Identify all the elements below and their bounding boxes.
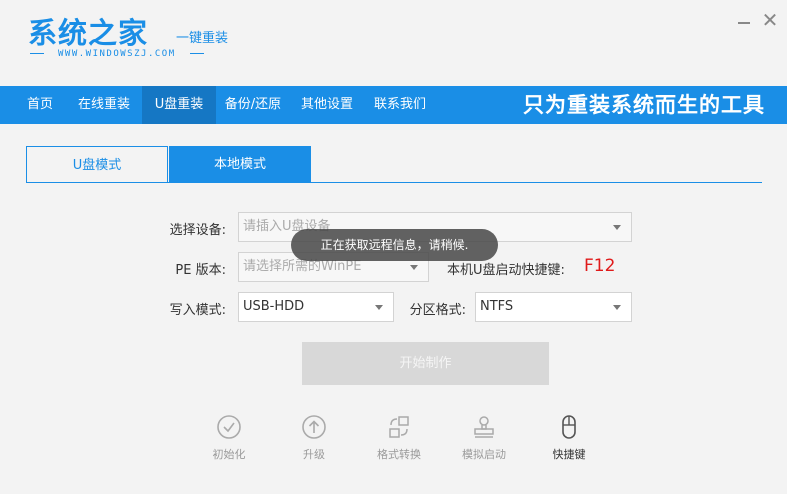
tool-hotkey-label: 快捷键 <box>552 448 586 461</box>
slogan: 只为重装系统而生的工具 <box>523 93 765 117</box>
check-circle-icon <box>217 415 241 439</box>
tool-hotkey[interactable]: 快捷键 <box>539 414 599 462</box>
hotkey-value: F12 <box>584 256 616 276</box>
nav-item-home[interactable]: 首页 <box>14 86 66 124</box>
arrow-up-circle-icon <box>302 415 326 439</box>
nav-item-online-reinstall[interactable]: 在线重装 <box>66 86 142 124</box>
nav-item-contact[interactable]: 联系我们 <box>364 86 436 124</box>
nav-item-usb-reinstall[interactable]: U盘重装 <box>142 86 216 124</box>
nav-item-other-settings[interactable]: 其他设置 <box>290 86 364 124</box>
partition-format-select[interactable]: NTFS <box>475 292 632 322</box>
tool-format-convert[interactable]: 格式转换 <box>369 414 429 462</box>
partition-format-value: NTFS <box>480 299 514 314</box>
device-label: 选择设备: <box>169 223 226 238</box>
chevron-down-icon <box>410 265 418 270</box>
close-button[interactable]: ✕ <box>760 10 780 30</box>
app-header: 系统之家 一键重装 WWW.WINDOWSZJ.COM ✕ <box>0 0 787 86</box>
tool-simulate-boot-label: 模拟启动 <box>462 448 506 461</box>
minimize-button[interactable] <box>734 10 754 30</box>
tab-divider <box>26 182 762 183</box>
write-mode-label: 写入模式: <box>169 303 226 318</box>
stamp-icon <box>474 416 494 438</box>
minimize-icon <box>738 22 750 24</box>
tool-simulate-boot[interactable]: 模拟启动 <box>454 414 514 462</box>
app-title: 系统之家 <box>28 16 149 50</box>
tab-usb-mode[interactable]: U盘模式 <box>26 146 168 183</box>
close-icon: ✕ <box>761 8 779 32</box>
tool-format-convert-label: 格式转换 <box>377 448 421 461</box>
start-create-button[interactable]: 开始制作 <box>302 342 549 385</box>
pe-version-label: PE 版本: <box>175 263 226 278</box>
nav-item-backup-restore[interactable]: 备份/还原 <box>216 86 290 124</box>
tool-upgrade-label: 升级 <box>303 448 325 461</box>
tool-upgrade[interactable]: 升级 <box>284 414 344 462</box>
convert-icon <box>389 416 409 438</box>
hotkey-label: 本机U盘启动快捷键: <box>447 263 565 278</box>
app-url: WWW.WINDOWSZJ.COM <box>30 49 204 59</box>
write-mode-select[interactable]: USB-HDD <box>238 292 394 322</box>
app-subtitle: 一键重装 <box>176 31 229 46</box>
chevron-down-icon <box>375 305 383 310</box>
tool-initialize-label: 初始化 <box>212 448 246 461</box>
tab-local-mode[interactable]: 本地模式 <box>169 146 311 183</box>
partition-format-label: 分区格式: <box>409 303 466 318</box>
pe-version-placeholder: 请选择所需的WinPE <box>243 259 362 274</box>
main-nav: 首页 在线重装 U盘重装 备份/还原 其他设置 联系我们 只为重装系统而生的工具 <box>0 86 787 124</box>
chevron-down-icon <box>613 225 621 230</box>
chevron-down-icon <box>613 305 621 310</box>
loading-toast: 正在获取远程信息，请稍候. <box>291 229 498 261</box>
mouse-icon <box>562 415 576 439</box>
tool-initialize[interactable]: 初始化 <box>199 414 259 462</box>
write-mode-value: USB-HDD <box>243 299 305 314</box>
